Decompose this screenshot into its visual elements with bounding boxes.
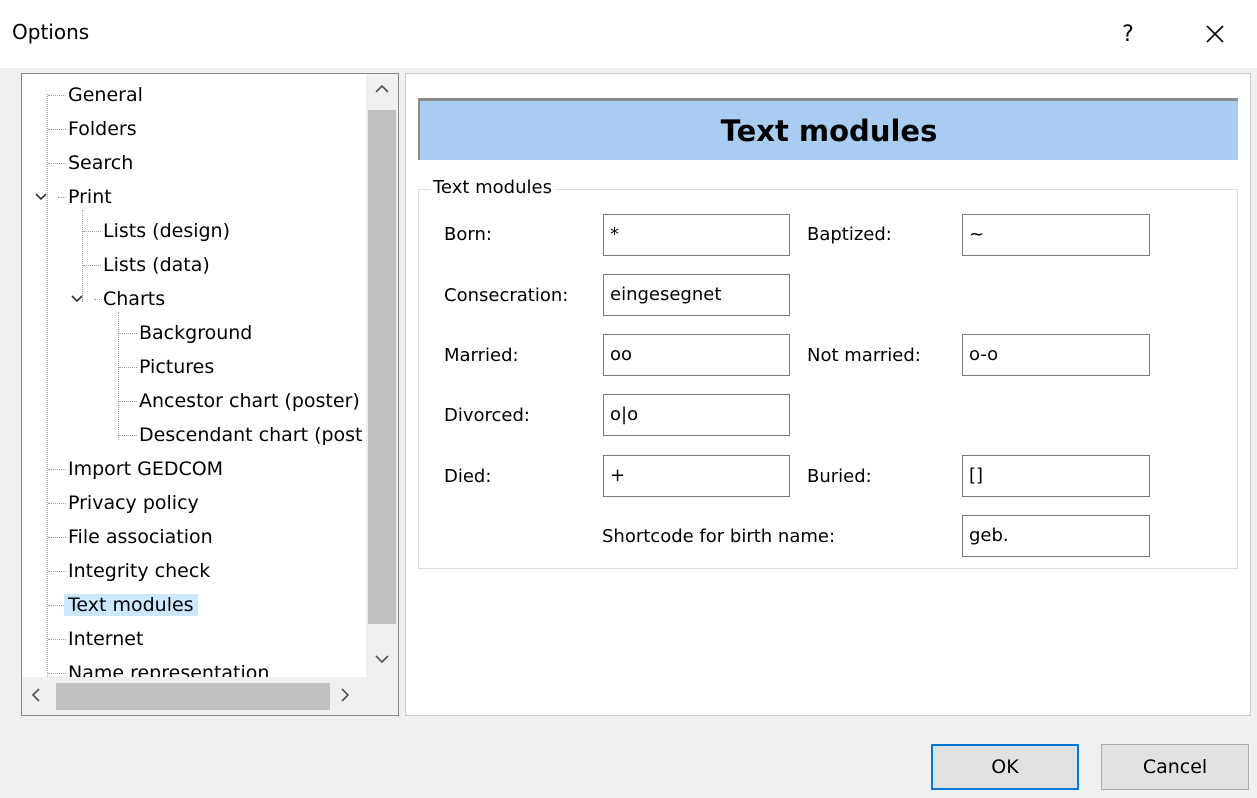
- tree-item-integrity-check[interactable]: Integrity check: [68, 556, 210, 586]
- tree-item-text-modules[interactable]: Text modules: [64, 590, 198, 620]
- scroll-left-icon[interactable]: [31, 688, 41, 702]
- tree-guide-line: [48, 537, 66, 538]
- tree-guide-line: [48, 469, 66, 470]
- tree-guide-line: [119, 333, 137, 334]
- shortcode-label: Shortcode for birth name:: [602, 526, 836, 547]
- tree-guide-line: [82, 210, 83, 302]
- tree-item-label: Text modules: [64, 594, 198, 616]
- collapse-icon[interactable]: [69, 291, 85, 307]
- tree-guide-line: [58, 197, 66, 198]
- divorced-field[interactable]: o|o: [603, 394, 790, 436]
- tree-guide-line: [48, 129, 66, 130]
- tree-item-print[interactable]: Print: [68, 182, 112, 212]
- tree-guide-line: [119, 435, 137, 436]
- not-married-field[interactable]: o-o: [962, 334, 1150, 376]
- tree-item-label: Background: [139, 322, 253, 344]
- tree-item-descendant-chart[interactable]: Descendant chart (post: [139, 420, 363, 450]
- tree-item-internet[interactable]: Internet: [68, 624, 143, 654]
- buried-label: Buried:: [807, 466, 872, 487]
- ok-button[interactable]: OK: [931, 744, 1079, 790]
- scroll-down-icon[interactable]: [375, 654, 389, 664]
- not-married-label: Not married:: [807, 345, 921, 366]
- tree-guide-line: [119, 401, 137, 402]
- born-field[interactable]: *: [603, 214, 790, 256]
- tree-item-folders[interactable]: Folders: [68, 114, 137, 144]
- tree-guide-line: [83, 231, 101, 232]
- page-header: Text modules: [418, 98, 1238, 160]
- tree-item-label: Search: [68, 152, 134, 174]
- married-label: Married:: [444, 345, 519, 366]
- buried-field[interactable]: []: [962, 455, 1150, 497]
- horizontal-scrollbar[interactable]: [22, 677, 366, 715]
- tree-guide-line: [119, 367, 137, 368]
- tree-guide-line: [118, 312, 119, 440]
- tree-guide-line: [48, 673, 66, 674]
- consecration-label: Consecration:: [444, 285, 569, 306]
- tree-item-label: Lists (design): [103, 220, 231, 242]
- tree-guide-line: [47, 94, 48, 679]
- tree-item-file-association[interactable]: File association: [68, 522, 213, 552]
- horizontal-scroll-thumb[interactable]: [56, 683, 330, 710]
- tree-item-background[interactable]: Background: [139, 318, 252, 348]
- tree-item-label: Import GEDCOM: [68, 458, 224, 480]
- close-icon: [1206, 25, 1224, 43]
- scrollbar-corner: [366, 677, 398, 715]
- tree-item-label: Privacy policy: [68, 492, 199, 514]
- shortcode-field[interactable]: geb.: [962, 515, 1150, 557]
- died-field[interactable]: +: [603, 455, 790, 497]
- tree-guide-line: [94, 299, 102, 300]
- tree-item-label: Ancestor chart (poster): [139, 390, 360, 412]
- group-title: Text modules: [431, 177, 554, 198]
- tree-item-lists-design[interactable]: Lists (design): [103, 216, 230, 246]
- tree-item-label: Internet: [68, 628, 144, 650]
- tree-guide-line: [48, 95, 66, 96]
- tree-item-label: General: [68, 84, 143, 106]
- tree-item-label: File association: [68, 526, 213, 548]
- tree-item-pictures[interactable]: Pictures: [139, 352, 214, 382]
- cancel-button[interactable]: Cancel: [1101, 744, 1249, 790]
- tree-item-label: Integrity check: [68, 560, 211, 582]
- options-tree[interactable]: General Folders Search Print Lists (desi…: [21, 73, 399, 716]
- baptized-label: Baptized:: [807, 224, 892, 245]
- scroll-right-icon[interactable]: [340, 688, 350, 702]
- text-modules-group: Text modules Born: * Baptized: ~ Consecr…: [418, 177, 1238, 569]
- tree-item-privacy-policy[interactable]: Privacy policy: [68, 488, 199, 518]
- tree-item-charts[interactable]: Charts: [103, 284, 165, 314]
- tree-item-ancestor-chart[interactable]: Ancestor chart (poster): [139, 386, 360, 416]
- vertical-scrollbar[interactable]: [366, 74, 398, 677]
- baptized-field[interactable]: ~: [962, 214, 1150, 256]
- tree-guide-line: [48, 571, 66, 572]
- settings-page: Text modules Text modules Born: * Baptiz…: [405, 73, 1251, 716]
- vertical-scroll-thumb[interactable]: [368, 110, 396, 624]
- born-label: Born:: [444, 224, 492, 245]
- close-button[interactable]: [1190, 8, 1240, 60]
- married-field[interactable]: oo: [603, 334, 790, 376]
- tree-item-import-gedcom[interactable]: Import GEDCOM: [68, 454, 223, 484]
- died-label: Died:: [444, 466, 492, 487]
- window-title: Options: [12, 20, 90, 44]
- tree-item-label: Lists (data): [103, 254, 210, 276]
- tree-item-label: Pictures: [139, 356, 215, 378]
- divorced-label: Divorced:: [444, 405, 530, 426]
- title-bar: Options ?: [0, 0, 1257, 68]
- tree-guide-line: [48, 163, 66, 164]
- tree-item-label: Print: [68, 186, 112, 208]
- tree-guide-line: [48, 503, 66, 504]
- tree-item-general[interactable]: General: [68, 80, 143, 110]
- tree-item-lists-data[interactable]: Lists (data): [103, 250, 210, 280]
- tree-guide-line: [83, 265, 101, 266]
- scroll-up-icon[interactable]: [375, 84, 389, 94]
- consecration-field[interactable]: eingesegnet: [603, 274, 790, 316]
- help-icon: ?: [1122, 21, 1134, 47]
- tree-item-label: Folders: [68, 118, 137, 140]
- collapse-icon[interactable]: [33, 189, 49, 205]
- tree-item-label: Descendant chart (post: [139, 424, 363, 446]
- tree-item-search[interactable]: Search: [68, 148, 133, 178]
- help-button[interactable]: ?: [1105, 8, 1151, 60]
- tree-guide-line: [48, 639, 66, 640]
- tree-item-label: Charts: [103, 288, 166, 310]
